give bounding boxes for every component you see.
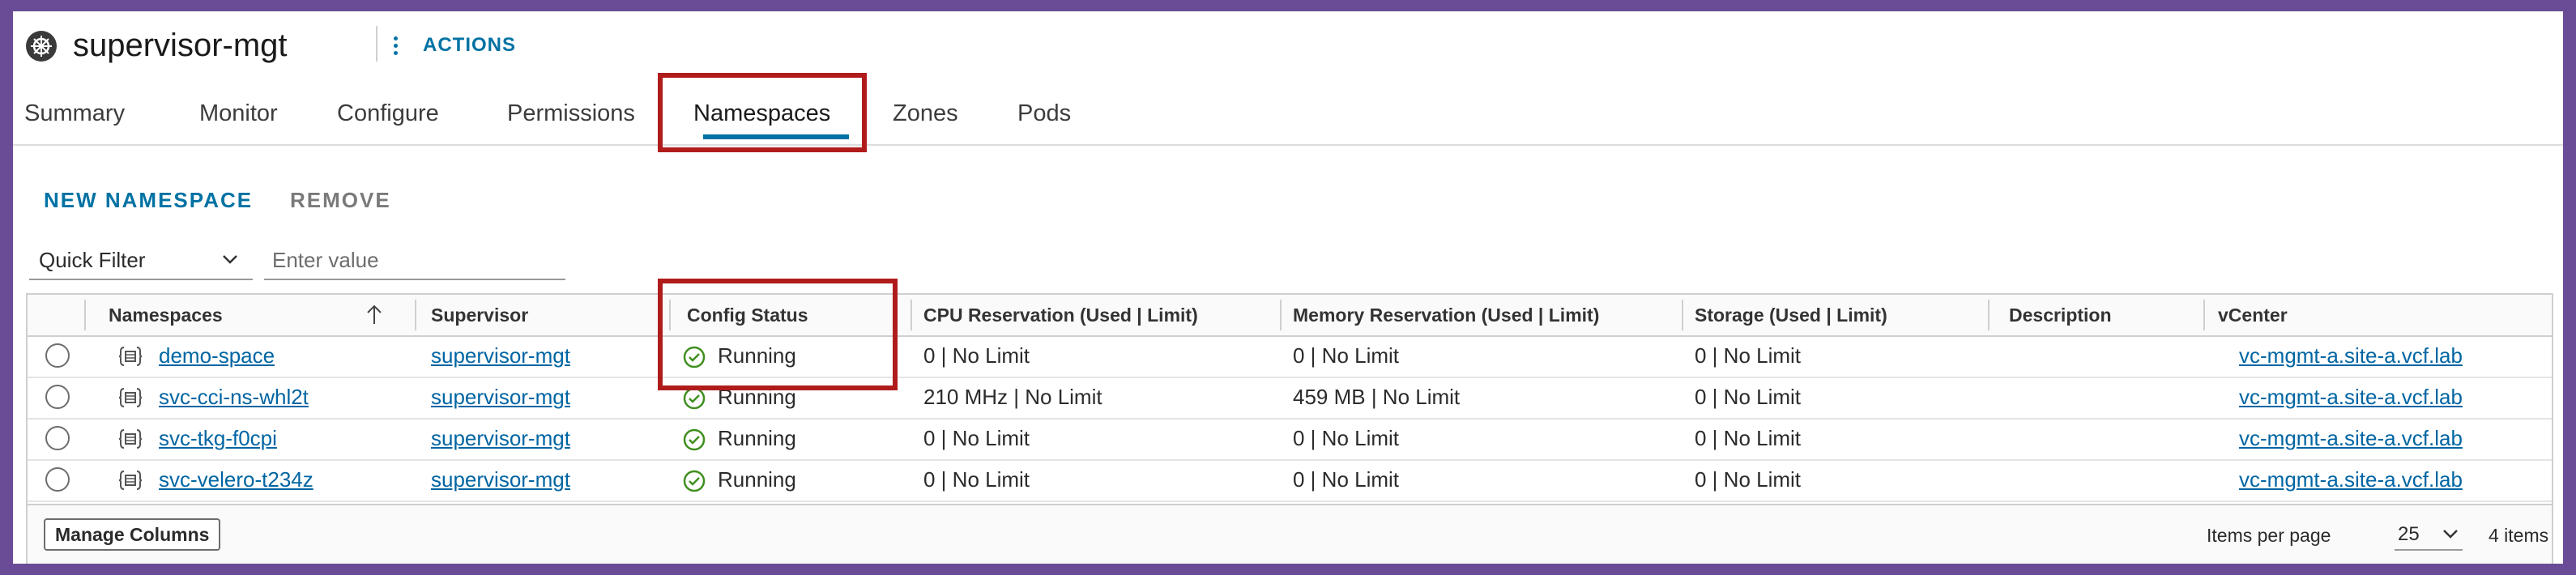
column-header-memory-reservation[interactable]: Memory Reservation (Used | Limit) xyxy=(1293,305,1599,326)
config-status-text: Running xyxy=(718,467,796,492)
tab-pods[interactable]: Pods xyxy=(1017,100,1071,127)
vcenter-link[interactable]: vc-mgmt-a.site-a.vcf.lab xyxy=(2239,426,2463,451)
table-row[interactable]: svc-cci-ns-whl2t supervisor-mgt Running … xyxy=(28,377,2552,420)
tab-monitor[interactable]: Monitor xyxy=(199,100,278,127)
supervisor-link[interactable]: supervisor-mgt xyxy=(431,343,570,368)
filter-value-input[interactable] xyxy=(264,241,572,279)
config-status-text: Running xyxy=(718,385,796,409)
row-select-radio[interactable] xyxy=(45,385,70,409)
kubernetes-helm-icon xyxy=(26,31,57,62)
cpu-reservation-value: 0 | No Limit xyxy=(923,343,1030,368)
column-separator xyxy=(1988,300,1990,330)
column-separator xyxy=(1682,300,1683,330)
manage-columns-button[interactable]: Manage Columns xyxy=(44,518,221,551)
tab-summary[interactable]: Summary xyxy=(24,100,125,127)
check-circle-icon xyxy=(683,346,706,368)
storage-value: 0 | No Limit xyxy=(1695,343,1802,368)
namespace-link[interactable]: svc-tkg-f0cpi xyxy=(159,426,277,451)
vcenter-link[interactable]: vc-mgmt-a.site-a.vcf.lab xyxy=(2239,467,2463,492)
storage-value: 0 | No Limit xyxy=(1695,385,1802,409)
column-header-storage[interactable]: Storage (Used | Limit) xyxy=(1695,305,1887,326)
column-header-vcenter[interactable]: vCenter xyxy=(2218,305,2288,326)
column-header-description[interactable]: Description xyxy=(2009,305,2112,326)
object-header: supervisor-mgt ACTIONS xyxy=(13,11,2563,76)
config-status-text: Running xyxy=(718,426,796,450)
memory-reservation-value: 0 | No Limit xyxy=(1293,467,1400,492)
column-header-config-status[interactable]: Config Status xyxy=(687,305,808,326)
namespace-link[interactable]: svc-velero-t234z xyxy=(159,467,313,492)
items-per-page-select[interactable]: 25 xyxy=(2395,517,2463,551)
supervisor-link[interactable]: supervisor-mgt xyxy=(431,467,570,492)
header-divider xyxy=(376,26,377,62)
row-select-radio[interactable] xyxy=(45,426,70,450)
table-row[interactable]: svc-velero-t234z supervisor-mgt Running … xyxy=(28,459,2552,502)
tab-bar: Summary Monitor Configure Permissions Na… xyxy=(13,84,2563,146)
column-header-supervisor[interactable]: Supervisor xyxy=(431,305,528,326)
datagrid-header: Namespaces Supervisor Config Status CPU … xyxy=(28,295,2552,337)
item-count: 4 items xyxy=(2489,525,2549,546)
tab-permissions[interactable]: Permissions xyxy=(507,100,635,127)
namespace-link[interactable]: demo-space xyxy=(159,343,275,368)
storage-value: 0 | No Limit xyxy=(1695,426,1802,450)
sort-ascending-icon[interactable] xyxy=(365,303,384,327)
column-separator xyxy=(415,300,416,330)
chevron-down-icon xyxy=(223,255,237,264)
check-circle-icon xyxy=(683,387,706,410)
table-row[interactable]: demo-space supervisor-mgt Running 0 | No… xyxy=(28,335,2552,378)
memory-reservation-value: 459 MB | No Limit xyxy=(1293,385,1461,409)
column-separator xyxy=(1280,300,1282,330)
remove-button[interactable]: REMOVE xyxy=(290,188,391,213)
vcenter-link[interactable]: vc-mgmt-a.site-a.vcf.lab xyxy=(2239,343,2463,368)
namespace-icon xyxy=(118,429,143,449)
filter-value-field xyxy=(264,241,572,280)
cpu-reservation-value: 0 | No Limit xyxy=(923,426,1030,450)
tab-namespaces[interactable]: Namespaces xyxy=(693,100,830,127)
active-tab-indicator xyxy=(703,134,849,139)
tab-configure[interactable]: Configure xyxy=(337,100,439,127)
check-circle-icon xyxy=(683,428,706,451)
new-namespace-button[interactable]: NEW NAMESPACE xyxy=(44,188,253,213)
row-select-radio[interactable] xyxy=(45,467,70,492)
quick-filter-label: Quick Filter xyxy=(39,248,146,272)
kebab-icon xyxy=(394,33,399,58)
supervisor-link[interactable]: supervisor-mgt xyxy=(431,426,570,451)
row-select-radio[interactable] xyxy=(45,343,70,368)
column-header-cpu-reservation[interactable]: CPU Reservation (Used | Limit) xyxy=(923,305,1198,326)
vcenter-link[interactable]: vc-mgmt-a.site-a.vcf.lab xyxy=(2239,385,2463,410)
memory-reservation-value: 0 | No Limit xyxy=(1293,343,1400,368)
datagrid-footer: Manage Columns Items per page 25 4 items xyxy=(28,504,2552,564)
column-separator xyxy=(669,300,671,330)
actions-menu-button[interactable]: ACTIONS xyxy=(394,29,516,62)
supervisor-link[interactable]: supervisor-mgt xyxy=(431,385,570,410)
config-status-text: Running xyxy=(718,343,796,368)
items-per-page-label: Items per page xyxy=(2207,525,2331,546)
column-separator xyxy=(911,300,912,330)
namespaces-datagrid: Namespaces Supervisor Config Status CPU … xyxy=(26,293,2553,564)
quick-filter-select[interactable]: Quick Filter xyxy=(29,241,253,280)
actions-label: ACTIONS xyxy=(423,34,516,56)
items-per-page-value: 25 xyxy=(2398,523,2420,545)
tab-zones[interactable]: Zones xyxy=(893,100,958,127)
content-frame: supervisor-mgt ACTIONS Summary Monitor C… xyxy=(13,11,2563,564)
column-separator xyxy=(2203,300,2205,330)
namespace-icon xyxy=(118,347,143,366)
namespace-icon xyxy=(118,471,143,490)
memory-reservation-value: 0 | No Limit xyxy=(1293,426,1400,450)
table-row[interactable]: svc-tkg-f0cpi supervisor-mgt Running 0 |… xyxy=(28,418,2552,461)
namespace-icon xyxy=(118,388,143,407)
chevron-down-icon xyxy=(2443,530,2458,539)
column-header-namespaces[interactable]: Namespaces xyxy=(109,305,223,326)
cpu-reservation-value: 210 MHz | No Limit xyxy=(923,385,1102,409)
namespace-link[interactable]: svc-cci-ns-whl2t xyxy=(159,385,309,410)
cpu-reservation-value: 0 | No Limit xyxy=(923,467,1030,492)
column-separator xyxy=(84,300,86,330)
page-title: supervisor-mgt xyxy=(73,28,288,63)
check-circle-icon xyxy=(683,470,706,492)
storage-value: 0 | No Limit xyxy=(1695,467,1802,492)
